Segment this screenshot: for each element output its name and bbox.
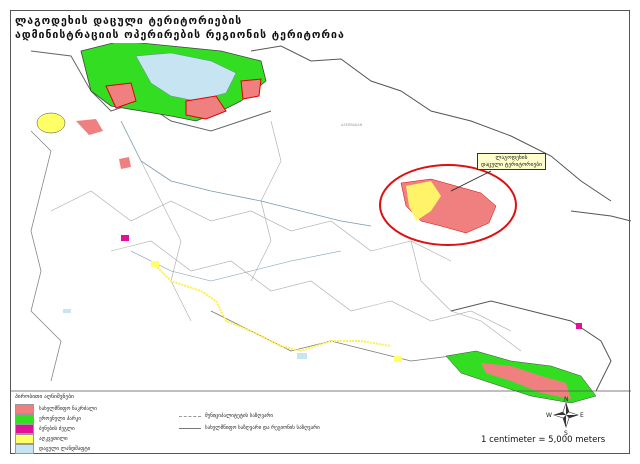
compass-east: E [580,412,584,419]
compass-rose: N S E W [546,396,584,437]
municipality-border [250,120,282,282]
legend-swatch [15,444,34,454]
callout-leader [450,170,492,192]
legend-item: ეროვნული პარკი [15,414,81,424]
legend-swatch [15,404,34,414]
scale-text: 1 centimeter = 5,000 meters [481,435,606,445]
legend-heading-text: პირობითი აღნიშვნები [15,394,74,400]
map-canvas: AZERBAIJAN N S E W [11,40,631,437]
legend-item: სახელმწიფო ნაკრძალი [15,404,97,414]
sanctuary [151,261,159,267]
legend-label: ბუნების ძეგლი [39,426,75,432]
country-border [210,310,452,362]
legend-item: დაცული ლანდშაფტი [15,444,90,454]
municipality-border [410,240,522,352]
strict-reserve [240,78,262,100]
country-border [250,45,612,202]
sanctuary [394,356,402,362]
sanctuary [36,112,66,134]
legend-label: დაცული ლანდშაფტი [39,446,91,452]
map-place-label: AZERBAIJAN [341,123,363,127]
river [120,120,372,227]
natural-monument [576,323,582,329]
legend-item: ბუნების ძეგლი [15,424,75,434]
legend-line-label: მუნიციპალიტეტის საზღვარი [205,413,273,419]
legend-line-sample [179,427,201,429]
legend-swatch [15,424,34,434]
natural-monument [121,235,129,241]
legend-line-item: მუნიციპალიტეტის საზღვარი [179,413,273,419]
callout-line2: დაცული ტერიტორიები [481,161,543,168]
legend-label: ეროვნული პარკი [39,416,81,422]
legend-label: აღკვეთილი [39,436,68,442]
route [150,260,392,353]
country-border [570,210,631,222]
legend-swatch [15,414,34,424]
strict-reserve [119,157,131,169]
legend-heading: პირობითი აღნიშვნები [15,394,74,400]
river [130,250,342,282]
municipality-border [140,160,192,322]
protected-landscape [297,353,307,359]
legend-line-sample [179,415,201,417]
legend-line-item: სახელმწიფო საზღვარი და რეგიონის საზღვარი [179,425,320,431]
compass-north: N [564,396,569,403]
legend-line-label: სახელმწიფო საზღვარი და რეგიონის საზღვარი [205,425,320,431]
legend-item: აღკვეთილი [15,434,68,444]
lagodekhi-callout: ლაგოდეხის დაცული ტერიტორიები [477,153,547,170]
municipality-border [110,240,512,332]
map-frame: AZERBAIJAN N S E W ლაგოდეხის დაცული ტერი… [10,10,631,454]
legend-label: სახელმწიფო ნაკრძალი [39,406,97,412]
region-border [30,130,62,382]
compass-west: W [546,412,552,419]
map-title-line1: ლაგოდეხის დაცული ტერიტორიების [15,15,243,27]
protected-landscape [63,309,71,313]
map-title-line2: ადმინისტრაციის ოპერირების რეგიონის ტერიტ… [15,29,345,41]
strict-reserve [76,119,103,135]
legend-swatch [15,434,34,444]
